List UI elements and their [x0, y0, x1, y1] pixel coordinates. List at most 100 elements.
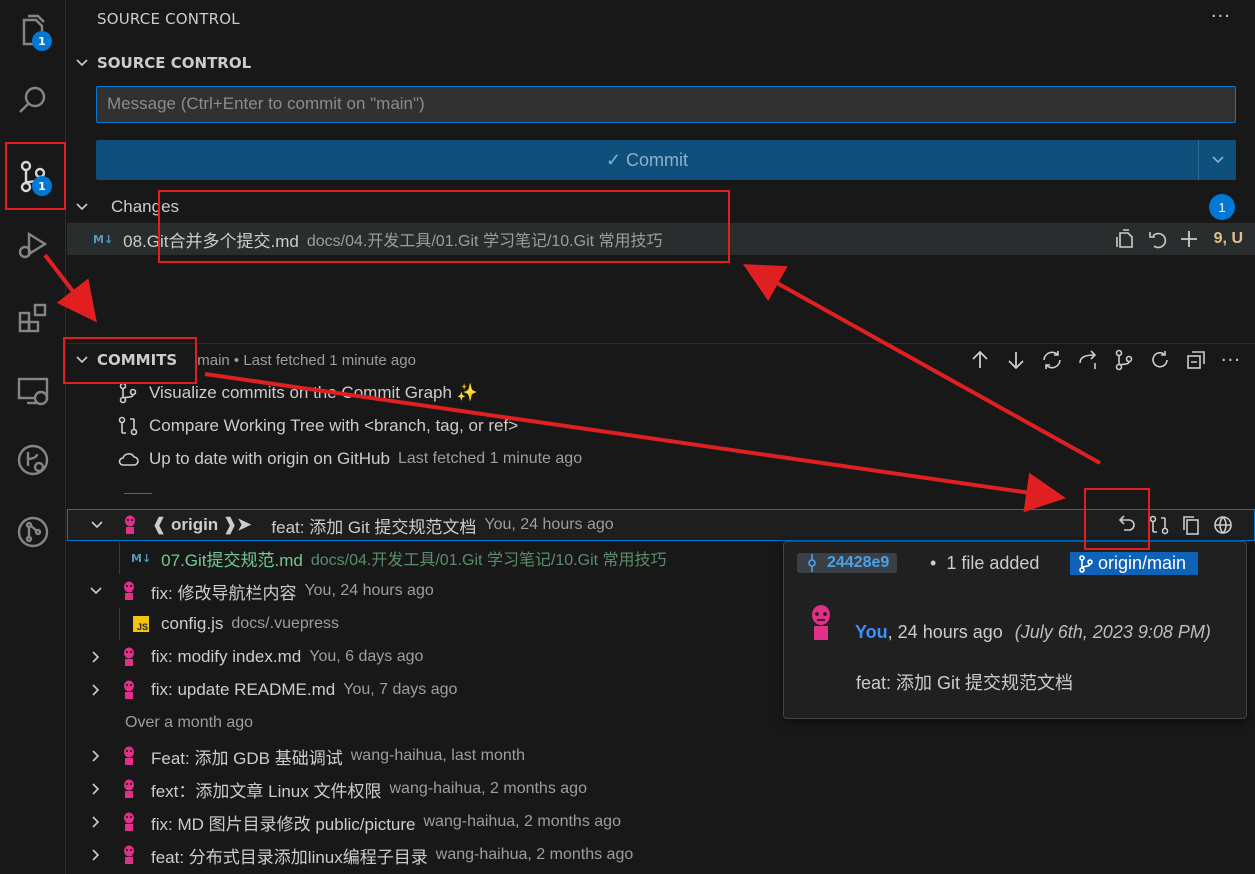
source-control-button[interactable]: 1: [0, 146, 66, 206]
changes-label: Changes: [111, 197, 180, 216]
chevron-right-icon: [92, 849, 100, 861]
separator-row: ——: [67, 476, 1255, 508]
chevron-right-icon: [92, 783, 100, 795]
changed-file-path: docs/04.开发工具/01.Git 学习笔记/10.Git 常用技巧: [306, 233, 663, 250]
branch-pill[interactable]: origin/main: [1070, 552, 1199, 575]
commit-time: , 24 hours ago: [887, 622, 1003, 642]
separator: ——: [124, 484, 152, 500]
stage-changes-icon[interactable]: [1178, 228, 1200, 250]
file-path: docs/04.开发工具/01.Git 学习笔记/10.Git 常用技巧: [310, 552, 667, 569]
sync-icon[interactable]: [1041, 349, 1063, 371]
avatar: [124, 812, 134, 831]
action-label: Visualize commits on the Commit Graph ✨: [149, 383, 478, 402]
commits-more-button[interactable]: ···: [1221, 350, 1241, 371]
search-button[interactable]: [0, 70, 66, 130]
avatar: [124, 845, 134, 864]
extensions-icon: [18, 303, 47, 333]
explorer-button[interactable]: 1: [0, 0, 66, 60]
commit-message: fix: 修改导航栏内容: [151, 583, 297, 603]
commit-row[interactable]: Feat: 添加 GDB 基础调试 wang-haihua, last mont…: [67, 740, 1255, 772]
commits-subtitle: main • Last fetched 1 minute ago: [197, 351, 416, 369]
compare-icon: [118, 416, 138, 436]
commit-button-group: ✓ Commit: [96, 140, 1236, 180]
commits-title: COMMITS: [97, 351, 178, 369]
remote-explorer-icon: [17, 377, 49, 406]
arrow-down-icon[interactable]: [1005, 349, 1027, 371]
revert-commit-icon[interactable]: [1116, 514, 1138, 536]
run-debug-icon: [18, 231, 48, 259]
more-actions-button[interactable]: ···: [1211, 6, 1231, 27]
commit-row[interactable]: fext：添加文章 Linux 文件权限 wang-haihua, 2 mont…: [67, 773, 1255, 805]
file-name: config.js: [161, 614, 224, 633]
commit-meta: wang-haihua, 2 months ago: [435, 846, 634, 863]
gitlens-button[interactable]: [0, 502, 66, 562]
commit-meta: wang-haihua, 2 months ago: [423, 813, 621, 830]
author-name[interactable]: You: [855, 622, 888, 642]
run-debug-button[interactable]: [0, 214, 66, 274]
source-control-section-header[interactable]: SOURCE CONTROL: [67, 49, 251, 77]
commit-hover-card: 24428e9 • 1 file added origin/main You, …: [783, 541, 1247, 719]
compare-icon[interactable]: [1148, 514, 1170, 536]
commit-message: fix: update README.md: [151, 680, 336, 699]
commit-message: feat: 分布式目录添加linux编程子目录: [151, 847, 428, 867]
commit-message: fext：添加文章 Linux 文件权限: [151, 781, 382, 801]
commit-message: fix: MD 图片目录修改 public/picture: [151, 814, 416, 834]
copy-icon[interactable]: [1180, 514, 1202, 536]
avatar: [124, 647, 134, 666]
collapse-all-icon[interactable]: [1185, 349, 1207, 371]
changes-count-badge: 1: [1209, 194, 1235, 220]
commit-graph-action[interactable]: Visualize commits on the Commit Graph ✨: [67, 377, 1255, 409]
action-label: Compare Working Tree with <branch, tag, …: [149, 416, 519, 435]
source-control-view: SOURCE CONTROL ··· SOURCE CONTROL Messag…: [67, 0, 1255, 874]
commit-date: (July 6th, 2023 9:08 PM): [1014, 622, 1211, 642]
search-icon: [19, 86, 46, 113]
remote-explorer-button[interactable]: [0, 360, 66, 420]
cloud-icon: [118, 453, 139, 466]
commits-toolbar: ···: [969, 349, 1241, 371]
section-title: SOURCE CONTROL: [97, 54, 252, 72]
commit-message: feat: 添加 Git 提交规范文档: [271, 517, 477, 537]
arrow-up-icon[interactable]: [969, 349, 991, 371]
files-summary: • 1 file added: [930, 553, 1040, 573]
author-avatar: [812, 605, 830, 640]
gitlens-inspect-button[interactable]: [0, 430, 66, 490]
markdown-icon: M↓: [131, 551, 152, 565]
graph-icon: [119, 382, 137, 404]
commit-message: Feat: 添加 GDB 基础调试: [151, 748, 343, 768]
graph-icon[interactable]: [1113, 349, 1135, 371]
chevron-down-icon: [90, 587, 102, 595]
files-text: 1 file added: [946, 553, 1040, 573]
commit-button[interactable]: ✓ Commit: [96, 140, 1198, 180]
javascript-icon: JS: [133, 616, 149, 632]
markdown-icon: M↓: [93, 232, 114, 246]
avatar: [124, 680, 134, 699]
extensions-button[interactable]: [0, 287, 66, 347]
commit-full-message: feat: 添加 Git 提交规范文档: [856, 673, 1074, 693]
activity-bar: 1 1: [0, 0, 66, 874]
changes-group[interactable]: Changes 1: [67, 191, 1255, 223]
chevron-down-icon: [91, 521, 103, 529]
publish-icon[interactable]: [1077, 349, 1099, 371]
changed-file-row[interactable]: M↓ 08.Git合并多个提交.md docs/04.开发工具/01.Git 学…: [67, 223, 1255, 255]
avatar: [124, 581, 134, 600]
commit-row[interactable]: fix: MD 图片目录修改 public/picture wang-haihu…: [67, 806, 1255, 838]
commit-dropdown-button[interactable]: [1198, 140, 1236, 180]
discard-changes-icon[interactable]: [1146, 228, 1168, 250]
commits-section-header[interactable]: COMMITS main • Last fetched 1 minute ago: [67, 346, 416, 374]
compare-working-tree-action[interactable]: Compare Working Tree with <branch, tag, …: [67, 410, 1255, 442]
commit-row[interactable]: feat: 分布式目录添加linux编程子目录 wang-haihua, 2 m…: [67, 839, 1255, 871]
commit-meta: You, 24 hours ago: [304, 582, 434, 599]
refresh-icon[interactable]: [1149, 349, 1171, 371]
branch-icon: [1079, 554, 1093, 573]
commit-meta: wang-haihua, last month: [350, 747, 526, 764]
up-to-date-status[interactable]: Up to date with origin on GitHub Last fe…: [67, 443, 1255, 475]
globe-icon[interactable]: [1212, 514, 1234, 536]
commit-message-input[interactable]: Message (Ctrl+Enter to commit on "main"): [96, 86, 1236, 123]
chevron-down-icon: [1211, 156, 1224, 164]
commit-sha[interactable]: 24428e9: [797, 553, 898, 573]
commit-icon: [808, 554, 816, 572]
commit-row[interactable]: ❰ origin ❱➤ feat: 添加 Git 提交规范文档 You, 24 …: [67, 509, 1255, 541]
open-file-icon[interactable]: [1114, 228, 1136, 250]
source-control-badge: 1: [32, 176, 52, 196]
chevron-right-icon: [92, 651, 100, 663]
